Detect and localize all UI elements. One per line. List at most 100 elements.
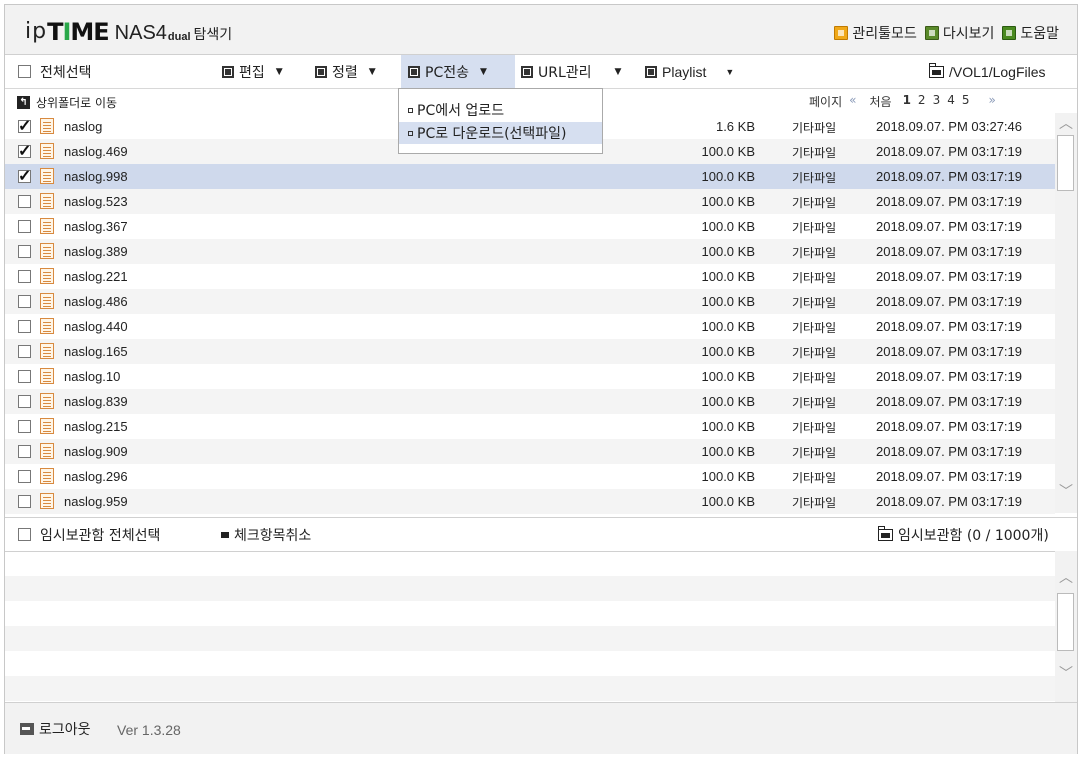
page-4-button[interactable]: 4 — [947, 93, 955, 110]
help-link[interactable]: 도움말 — [1002, 23, 1059, 43]
file-row[interactable]: naslog.959 100.0 KB 기타파일 2018.09.07. PM 03:… — [5, 489, 1055, 514]
edit-label: 편집 — [239, 64, 265, 81]
file-row[interactable]: naslog.10 100.0 KB 기타파일 2018.09.07. PM 03:1… — [5, 364, 1055, 389]
file-name[interactable]: naslog.959 — [64, 494, 128, 509]
temp-scroll-thumb[interactable] — [1057, 593, 1074, 651]
file-name[interactable]: naslog.998 — [64, 169, 128, 184]
file-name[interactable]: naslog.440 — [64, 319, 128, 334]
file-name[interactable]: naslog.367 — [64, 219, 128, 234]
pc-transfer-menu-button[interactable]: PC전송 ▼ — [401, 55, 515, 88]
file-checkbox[interactable] — [18, 270, 31, 283]
file-checkbox[interactable] — [18, 141, 31, 161]
go-up-folder-button[interactable]: ↰ 상위폴더로 이동 — [17, 94, 117, 111]
file-checkbox[interactable] — [18, 420, 31, 433]
file-row[interactable]: naslog.998 100.0 KB 기타파일 2018.09.07. PM 03:… — [5, 164, 1055, 189]
temp-row — [5, 601, 1077, 626]
file-checkbox[interactable] — [18, 166, 31, 186]
file-size: 100.0 KB — [701, 394, 756, 409]
url-manage-menu-button[interactable]: URL관리 ▼ — [521, 55, 621, 88]
prev-page-button[interactable]: « — [849, 93, 856, 110]
file-name[interactable]: naslog.523 — [64, 194, 128, 209]
file-row[interactable]: naslog.839 100.0 KB 기타파일 2018.09.07. PM 03:… — [5, 389, 1055, 414]
file-checkbox[interactable] — [18, 445, 31, 458]
file-name[interactable]: naslog.839 — [64, 394, 128, 409]
file-checkbox[interactable] — [18, 470, 31, 483]
upload-from-pc-item[interactable]: PC에서 업로드 — [399, 99, 602, 121]
file-row[interactable]: naslog.909 100.0 KB 기타파일 2018.09.07. PM 03:… — [5, 439, 1055, 464]
current-path[interactable]: /VOL1/LogFiles — [929, 55, 1046, 88]
temp-storage-status[interactable]: 임시보관함 (0 / 1000개) — [878, 518, 1049, 551]
file-checkbox[interactable] — [18, 370, 31, 383]
header: ip TIME NAS4 dual 탐색기 관리툴모드 다시보기 도움말 — [5, 5, 1077, 55]
uncheck-items-button[interactable]: 체크항목취소 — [221, 518, 311, 551]
sort-icon — [315, 65, 327, 78]
page-5-button[interactable]: 5 — [962, 93, 970, 110]
file-name[interactable]: naslog.389 — [64, 244, 128, 259]
file-list-scroll-thumb[interactable] — [1057, 135, 1074, 191]
bullet-icon — [408, 130, 413, 136]
file-checkbox[interactable] — [18, 116, 31, 136]
url-manage-icon — [521, 65, 533, 78]
file-checkbox[interactable] — [18, 245, 31, 258]
file-row[interactable]: naslog.367 100.0 KB 기타파일 2018.09.07. PM 03:… — [5, 214, 1055, 239]
temp-scroll-up-icon[interactable]: ︿ — [1059, 571, 1073, 585]
file-name[interactable]: naslog.469 — [64, 144, 128, 159]
page-1-button[interactable]: 1 — [903, 93, 911, 110]
file-row[interactable]: naslog.486 100.0 KB 기타파일 2018.09.07. PM 03:… — [5, 289, 1055, 314]
edit-icon — [222, 65, 234, 78]
file-checkbox[interactable] — [18, 345, 31, 358]
file-checkbox[interactable] — [18, 320, 31, 333]
page-3-button[interactable]: 3 — [933, 93, 941, 110]
file-name[interactable]: naslog.221 — [64, 269, 128, 284]
folder-icon — [929, 62, 944, 78]
file-checkbox[interactable] — [18, 195, 31, 208]
file-date: 2018.09.07. PM 03:17:19 — [876, 444, 1023, 459]
file-row[interactable]: naslog.215 100.0 KB 기타파일 2018.09.07. PM 03:… — [5, 414, 1055, 439]
file-icon — [40, 418, 54, 434]
help-label: 도움말 — [1020, 26, 1059, 42]
temp-select-all-checkbox[interactable] — [18, 528, 31, 541]
admin-tool-mode-link[interactable]: 관리툴모드 — [834, 23, 917, 43]
scroll-down-icon[interactable]: ﹀ — [1059, 485, 1073, 499]
scroll-up-icon[interactable]: ︿ — [1059, 117, 1073, 131]
select-all-checkbox[interactable] — [18, 65, 31, 78]
file-list-scrollbar[interactable]: ︿ ﹀ — [1055, 113, 1077, 513]
temp-scroll-down-icon[interactable]: ﹀ — [1059, 667, 1073, 681]
file-name[interactable]: naslog.215 — [64, 419, 128, 434]
download-to-pc-label: PC로 다운로드(선택파일) — [417, 126, 567, 142]
select-all-toggle[interactable]: 전체선택 — [18, 55, 92, 88]
file-name[interactable]: naslog.486 — [64, 294, 128, 309]
file-size: 100.0 KB — [701, 494, 756, 509]
next-page-button[interactable]: » — [988, 93, 995, 110]
first-page-button[interactable]: 처음 — [869, 93, 891, 110]
file-row[interactable]: naslog.165 100.0 KB 기타파일 2018.09.07. PM 03:… — [5, 339, 1055, 364]
folder-up-icon: ↰ — [17, 96, 30, 109]
refresh-link[interactable]: 다시보기 — [924, 23, 994, 43]
file-name[interactable]: naslog.10 — [64, 369, 120, 384]
temp-storage-bar: 임시보관함 전체선택 체크항목취소 임시보관함 (0 / 1000개) — [5, 517, 1077, 552]
playlist-menu-button[interactable]: Playlist ▼ — [645, 55, 734, 88]
file-row[interactable]: naslog.221 100.0 KB 기타파일 2018.09.07. PM 03:… — [5, 264, 1055, 289]
temp-select-all-toggle[interactable]: 임시보관함 전체선택 — [18, 518, 160, 551]
file-row[interactable]: naslog.523 100.0 KB 기타파일 2018.09.07. PM 03:… — [5, 189, 1055, 214]
file-checkbox[interactable] — [18, 220, 31, 233]
file-checkbox[interactable] — [18, 395, 31, 408]
file-checkbox[interactable] — [18, 295, 31, 308]
file-date: 2018.09.07. PM 03:17:19 — [876, 319, 1023, 334]
file-type: 기타파일 — [792, 446, 837, 460]
sort-menu-button[interactable]: 정렬 ▼ — [315, 55, 376, 88]
file-row[interactable]: naslog.296 100.0 KB 기타파일 2018.09.07. PM 03:… — [5, 464, 1055, 489]
download-to-pc-item[interactable]: PC로 다운로드(선택파일) — [399, 122, 602, 144]
edit-menu-button[interactable]: 편집 ▼ — [222, 55, 283, 88]
file-icon — [40, 443, 54, 459]
file-name[interactable]: naslog.909 — [64, 444, 128, 459]
file-name[interactable]: naslog — [64, 119, 102, 134]
file-checkbox[interactable] — [18, 495, 31, 508]
file-name[interactable]: naslog.296 — [64, 469, 128, 484]
file-name[interactable]: naslog.165 — [64, 344, 128, 359]
temp-list-scrollbar[interactable]: ︿ ﹀ — [1055, 551, 1077, 702]
file-row[interactable]: naslog.389 100.0 KB 기타파일 2018.09.07. PM 03:… — [5, 239, 1055, 264]
logout-button[interactable]: 로그아웃 — [20, 712, 91, 745]
page-2-button[interactable]: 2 — [918, 93, 926, 110]
file-row[interactable]: naslog.440 100.0 KB 기타파일 2018.09.07. PM 03:… — [5, 314, 1055, 339]
